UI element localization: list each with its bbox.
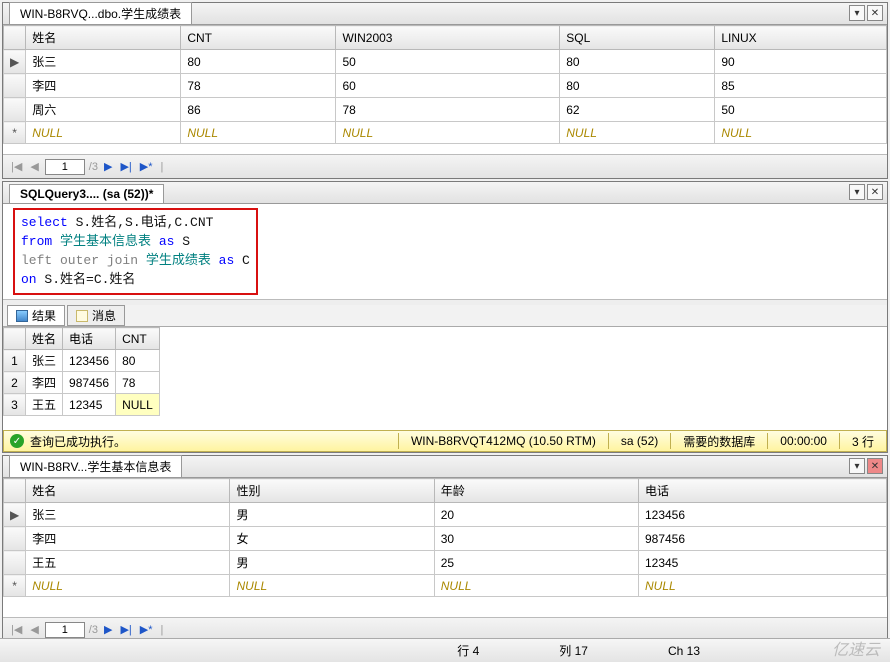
tab-messages[interactable]: 消息 — [67, 305, 125, 326]
nav-page-input[interactable] — [45, 622, 85, 638]
grid1-table[interactable]: 姓名 CNT WIN2003 SQL LINUX ▶张三80508090 李四7… — [3, 25, 887, 144]
nav-prev-icon[interactable]: ◀ — [28, 160, 40, 173]
new-row[interactable]: *NULLNULLNULLNULLNULL — [4, 122, 887, 144]
table-row[interactable]: 周六86786250 — [4, 98, 887, 122]
col-header[interactable]: 电话 — [638, 479, 886, 503]
status-user: sa (52) — [615, 434, 664, 448]
success-check-icon: ✓ — [10, 434, 24, 448]
pin-icon[interactable]: ▾ — [849, 458, 865, 474]
col-header[interactable]: 姓名 — [26, 26, 181, 50]
tab-sql[interactable]: SQLQuery3.... (sa (52))* — [9, 184, 164, 203]
nav-last-icon[interactable]: ▶| — [118, 160, 133, 173]
results-corner — [4, 328, 26, 350]
table-row[interactable]: ▶张三男20123456 — [4, 503, 887, 527]
sql-editor-area[interactable]: select S.姓名,S.电话,C.CNT from 学生基本信息表 as S… — [3, 204, 887, 299]
tab-bar-2: WIN-B8RV...学生基本信息表 ▾ ✕ — [3, 456, 887, 478]
close-icon[interactable]: ✕ — [867, 184, 883, 200]
nav-last-icon[interactable]: ▶| — [118, 623, 133, 636]
status-line: 行 4 — [437, 642, 499, 659]
table-row[interactable]: 2李四98745678 — [4, 372, 160, 394]
nav-divider: | — [159, 161, 166, 173]
grid1-corner — [4, 26, 26, 50]
watermark-label: 亿速云 — [832, 636, 880, 660]
col-header[interactable]: SQL — [560, 26, 715, 50]
table-row[interactable]: 李四女30987456 — [4, 527, 887, 551]
col-header[interactable]: 姓名 — [26, 479, 230, 503]
grid-icon — [16, 310, 28, 322]
table-row[interactable]: 王五男2512345 — [4, 551, 887, 575]
status-time: 00:00:00 — [774, 434, 833, 448]
table-row[interactable]: 李四78608085 — [4, 74, 887, 98]
query-status-bar: ✓ 查询已成功执行。 WIN-B8RVQT412MQ (10.50 RTM) s… — [3, 430, 887, 452]
results-table[interactable]: 姓名 电话 CNT 1张三12345680 2李四98745678 3王五123… — [3, 327, 160, 416]
message-icon — [76, 310, 88, 322]
pin-icon[interactable]: ▾ — [849, 5, 865, 21]
status-ch: Ch 13 — [648, 644, 720, 658]
new-row[interactable]: *NULLNULLNULLNULL — [4, 575, 887, 597]
table-row[interactable]: 1张三12345680 — [4, 350, 160, 372]
nav-divider: | — [159, 624, 166, 636]
nav-next-icon[interactable]: ▶ — [102, 623, 114, 636]
nav-new-icon[interactable]: ▶* — [138, 160, 155, 173]
col-header[interactable]: CNT — [181, 26, 336, 50]
grid2-corner — [4, 479, 26, 503]
nav-next-icon[interactable]: ▶ — [102, 160, 114, 173]
grid-pane-2: WIN-B8RV...学生基本信息表 ▾ ✕ 姓名 性别 年龄 电话 ▶张三男2… — [2, 455, 888, 642]
results-area: 姓名 电话 CNT 1张三12345680 2李四98745678 3王五123… — [3, 327, 887, 416]
tab-results[interactable]: 结果 — [7, 305, 65, 326]
col-header[interactable]: WIN2003 — [336, 26, 560, 50]
status-db: 需要的数据库 — [677, 433, 761, 450]
nav-total-label: /3 — [89, 624, 98, 636]
nav-bar-1: |◀ ◀ /3 ▶ ▶| ▶* | — [3, 154, 887, 178]
col-header[interactable]: 电话 — [63, 328, 116, 350]
status-col: 列 17 — [539, 642, 608, 659]
tab-bar-1: WIN-B8RVQ...dbo.学生成绩表 ▾ ✕ — [3, 3, 887, 25]
tab-bar-sql: SQLQuery3.... (sa (52))* ▾ ✕ — [3, 182, 887, 204]
status-server: WIN-B8RVQT412MQ (10.50 RTM) — [405, 434, 602, 448]
nav-new-icon[interactable]: ▶* — [138, 623, 155, 636]
nav-total-label: /3 — [89, 161, 98, 173]
grid2-area: 姓名 性别 年龄 电话 ▶张三男20123456 李四女30987456 王五男… — [3, 478, 887, 597]
editor-status-bar: 行 4 列 17 Ch 13 — [0, 638, 890, 662]
tab-grid2[interactable]: WIN-B8RV...学生基本信息表 — [9, 455, 182, 477]
nav-first-icon[interactable]: |◀ — [9, 623, 24, 636]
col-header[interactable]: 年龄 — [434, 479, 638, 503]
table-row[interactable]: 3王五12345NULL — [4, 394, 160, 416]
col-header[interactable]: 姓名 — [26, 328, 63, 350]
success-label: 查询已成功执行。 — [30, 433, 126, 450]
nav-first-icon[interactable]: |◀ — [9, 160, 24, 173]
col-header[interactable]: LINUX — [715, 26, 887, 50]
grid1-area: 姓名 CNT WIN2003 SQL LINUX ▶张三80508090 李四7… — [3, 25, 887, 144]
results-tab-bar: 结果 消息 — [3, 305, 887, 327]
col-header[interactable]: CNT — [116, 328, 160, 350]
tab-grid1[interactable]: WIN-B8RVQ...dbo.学生成绩表 — [9, 2, 192, 24]
nav-page-input[interactable] — [45, 159, 85, 175]
col-header[interactable]: 性别 — [230, 479, 434, 503]
close-icon[interactable]: ✕ — [867, 458, 883, 474]
close-icon[interactable]: ✕ — [867, 5, 883, 21]
nav-prev-icon[interactable]: ◀ — [28, 623, 40, 636]
status-rows: 3 行 — [846, 433, 880, 450]
sql-pane: SQLQuery3.... (sa (52))* ▾ ✕ select S.姓名… — [2, 181, 888, 453]
sql-highlight-box: select S.姓名,S.电话,C.CNT from 学生基本信息表 as S… — [13, 208, 258, 295]
grid2-table[interactable]: 姓名 性别 年龄 电话 ▶张三男20123456 李四女30987456 王五男… — [3, 478, 887, 597]
pin-icon[interactable]: ▾ — [849, 184, 865, 200]
table-row[interactable]: ▶张三80508090 — [4, 50, 887, 74]
grid-pane-1: WIN-B8RVQ...dbo.学生成绩表 ▾ ✕ 姓名 CNT WIN2003… — [2, 2, 888, 179]
